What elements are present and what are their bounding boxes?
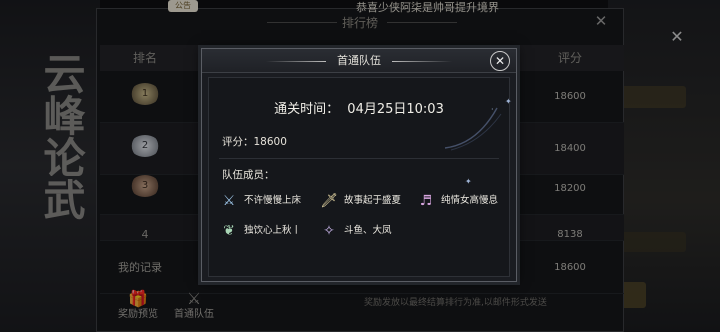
section-divider (219, 158, 499, 159)
team-score-row: 评分：18600 (222, 133, 287, 151)
team-members-label: 队伍成员： (222, 169, 275, 181)
dagger-class-icon: ✧ (323, 223, 335, 239)
member-name: 斗鱼、大凤 (344, 225, 392, 236)
team-score-label: 评分： (222, 136, 254, 148)
clear-time-label: 通关时间： (274, 102, 340, 117)
blade-class-icon: 🗡 (320, 193, 338, 209)
music-class-icon: ♬ (419, 193, 433, 209)
title-ornament-right (392, 61, 452, 62)
healer-class-icon: ❦ (223, 223, 235, 239)
clear-time-value: 04月25日10:03 (347, 102, 444, 117)
member-name: 不许慢慢上床 (244, 195, 302, 206)
close-icon[interactable]: ✕ (490, 51, 510, 71)
member-name: 独饮心上秋丨 (244, 225, 302, 236)
dialog-title: 首通队伍 (337, 54, 381, 67)
first-clear-team-dialog: 首通队伍 ✕ ✦ ✦ · 通关时间： 04月25日10:03 评分：18600 … (201, 48, 517, 282)
clear-time-row: 通关时间： 04月25日10:03 (209, 100, 509, 120)
member-name: 纯情女高慢息 (441, 195, 499, 206)
sparkle-icon: ✦ (465, 177, 472, 186)
dialog-body: ✦ ✦ · 通关时间： 04月25日10:03 评分：18600 队伍成员： ⚔… (208, 77, 512, 277)
sword-class-icon: ⚔ (222, 193, 236, 209)
team-score-value: 18600 (253, 136, 287, 148)
member-name: 故事起于盛夏 (344, 195, 402, 206)
dialog-header: 首通队伍 ✕ (202, 49, 516, 73)
